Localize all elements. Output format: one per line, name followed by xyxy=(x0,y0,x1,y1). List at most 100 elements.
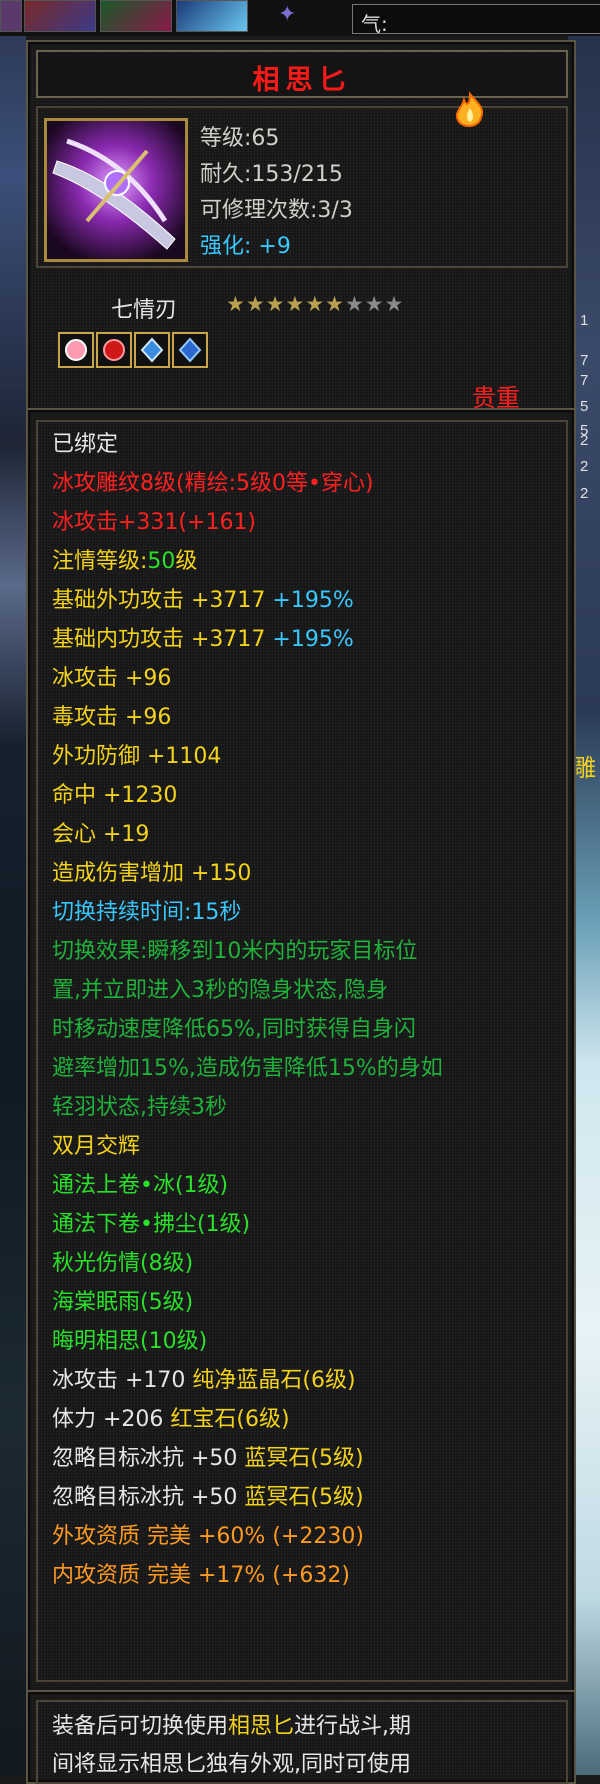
star-empty-icon: ★ xyxy=(364,292,385,316)
skill-slot-icon[interactable] xyxy=(176,0,248,32)
item-tooltip-description: 装备后可切换使用相思匕进行战斗,期 间将显示相思匕独有外观,同时可使用 xyxy=(26,1690,576,1784)
side-number: 7 xyxy=(580,352,589,369)
dagger-icon xyxy=(47,121,185,259)
side-number: 1 xyxy=(580,312,589,329)
stat-text: 冰攻击 +96 xyxy=(52,666,172,691)
decorative-logo-icon: ✦ xyxy=(278,2,297,27)
star-filled-icon: ★ xyxy=(305,292,326,316)
stat-text: 秋光伤情(8级) xyxy=(52,1251,194,1276)
stat-line: 内攻资质 完美 +17% (+632) xyxy=(52,1561,350,1591)
stat-text: 毒攻击 +96 xyxy=(52,705,172,730)
stat-text: 双月交辉 xyxy=(52,1134,141,1159)
side-number: 2 xyxy=(580,432,589,449)
qi-bar: 气: xyxy=(352,4,600,36)
side-number: 2 xyxy=(580,458,589,475)
stat-line: 通法上卷•冰(1级) xyxy=(52,1171,228,1201)
stat-text: 级 xyxy=(175,549,198,574)
game-background-left xyxy=(0,0,26,1775)
stat-text: 切换效果:瞬移到10米内的玩家目标位 xyxy=(52,939,418,964)
stat-text: 晦明相思(10级) xyxy=(52,1329,208,1354)
description-text: 装备后可切换使用 xyxy=(52,1714,229,1739)
stat-line: 忽略目标冰抗 +50 蓝冥石(5级) xyxy=(52,1444,364,1474)
stat-text: 切换持续时间: xyxy=(52,900,192,925)
stat-text: 冰攻击+331(+161) xyxy=(52,510,257,535)
durability-value: 153/215 xyxy=(251,162,343,187)
star-empty-icon: ★ xyxy=(344,292,365,316)
stat-text: 已绑定 xyxy=(52,432,119,457)
stat-line: 基础外功攻击 +3717 +195% xyxy=(52,586,354,616)
stat-text: 外功防御 +1104 xyxy=(52,744,222,769)
star-filled-icon: ★ xyxy=(245,292,266,316)
stat-text: 体力 +206 xyxy=(52,1407,171,1432)
stat-text: 基础外功攻击 +3717 xyxy=(52,588,273,613)
stat-line: 晦明相思(10级) xyxy=(52,1327,207,1357)
stat-text: 避率增加15%,造成伤害降低15%的身如 xyxy=(52,1056,443,1081)
stat-line: 轻羽状态,持续3秒 xyxy=(52,1093,227,1123)
stat-line: 通法下卷•拂尘(1级) xyxy=(52,1210,250,1240)
stat-text: 置,并立即进入3秒的隐身状态,隐身 xyxy=(52,978,388,1003)
stats-box: 已绑定冰攻雕纹8级(精绘:5级0等•穿心) 冰攻击+331(+161) 注情等级:5… xyxy=(36,420,568,1682)
stat-text: 红宝石(6级) xyxy=(170,1407,290,1432)
stat-line: 毒攻击 +96 xyxy=(52,703,171,733)
stat-line: 冰攻击 +170 纯净蓝晶石(6级) xyxy=(52,1366,356,1396)
stat-line: 冰攻击+331(+161) xyxy=(52,508,256,538)
star-filled-icon: ★ xyxy=(285,292,306,316)
durability-line: 耐久:153/215 xyxy=(200,156,343,188)
repair-value: 3/3 xyxy=(317,198,353,223)
star-filled-icon: ★ xyxy=(226,292,246,316)
item-tooltip-stats: 已绑定冰攻雕纹8级(精绘:5级0等•穿心) 冰攻击+331(+161) 注情等级:5… xyxy=(26,408,576,1694)
stat-text: 纯净蓝晶石(6级) xyxy=(192,1368,356,1393)
description-text: 间将显示相思匕独有外观,同时可使用 xyxy=(52,1752,411,1777)
stat-text: +195% xyxy=(272,627,354,652)
stat-text: 通法上卷•冰(1级) xyxy=(52,1173,229,1198)
stat-text: 注情等级: xyxy=(52,549,148,574)
stat-line: 秋光伤情(8级) xyxy=(52,1249,193,1279)
stat-line: 海棠眠雨(5级) xyxy=(52,1288,193,1318)
description-box: 装备后可切换使用相思匕进行战斗,期 间将显示相思匕独有外观,同时可使用 xyxy=(36,1700,568,1784)
stat-line: 切换持续时间:15秒 xyxy=(52,898,241,928)
stat-text: 蓝冥石(5级) xyxy=(244,1446,364,1471)
description-text: 进行战斗,期 xyxy=(294,1714,412,1739)
stat-line: 注情等级:50级 xyxy=(52,547,197,577)
stat-line: 基础内功攻击 +3717 +195% xyxy=(52,625,354,655)
stat-line: 避率增加15%,造成伤害降低15%的身如 xyxy=(52,1054,443,1084)
stat-text: 15秒 xyxy=(191,900,242,925)
stat-text: 轻羽状态,持续3秒 xyxy=(52,1095,227,1120)
gem-socket-icon xyxy=(96,332,132,368)
flame-icon xyxy=(450,90,490,134)
stat-text: 命中 +1230 xyxy=(52,783,178,808)
level-line: 等级:65 xyxy=(200,120,279,152)
side-number: 7 xyxy=(580,372,589,389)
stat-text: 忽略目标冰抗 +50 xyxy=(52,1485,245,1510)
repair-label: 可修理次数: xyxy=(200,198,318,223)
stat-line: 命中 +1230 xyxy=(52,781,177,811)
repair-line: 可修理次数:3/3 xyxy=(200,192,353,224)
stat-text: 50 xyxy=(147,549,176,574)
stat-text: +195% xyxy=(272,588,354,613)
qi-label: 气: xyxy=(361,12,388,36)
level-value: 65 xyxy=(251,126,280,151)
gem-socket-icon xyxy=(58,332,94,368)
stat-line: 外攻资质 完美 +60% (+2230) xyxy=(52,1522,364,1552)
skill-slot-icon[interactable] xyxy=(100,0,172,32)
star-rating: ★★★★★★★★★ xyxy=(226,292,404,316)
stat-line: 切换效果:瞬移到10米内的玩家目标位 xyxy=(52,937,417,967)
level-label: 等级: xyxy=(200,126,252,151)
stat-text: 忽略目标冰抗 +50 xyxy=(52,1446,245,1471)
stat-line: 冰攻击 +96 xyxy=(52,664,171,694)
side-number: 2 xyxy=(580,485,589,502)
stat-text: 冰攻雕纹8级(精绘:5级0等•穿心) xyxy=(52,471,374,496)
side-number: 5 xyxy=(580,398,589,415)
stat-line: 外功防御 +1104 xyxy=(52,742,221,772)
item-tooltip-header: 相思匕 等级:65 耐久:153/215 可修理次数:3/3 强化: +9 七情… xyxy=(26,40,576,412)
stat-text: 内攻资质 完美 +17% (+632) xyxy=(52,1563,350,1588)
stat-text: 基础内功攻击 +3717 xyxy=(52,627,273,652)
skill-slot-icon[interactable] xyxy=(24,0,96,32)
stat-line: 双月交辉 xyxy=(52,1132,140,1162)
stat-text: 冰攻击 +170 xyxy=(52,1368,193,1393)
skill-slot-icon[interactable] xyxy=(0,0,22,32)
enhance-line: 强化: +9 xyxy=(200,228,291,260)
description-line: 装备后可切换使用相思匕进行战斗,期 xyxy=(52,1712,411,1742)
stat-line: 忽略目标冰抗 +50 蓝冥石(5级) xyxy=(52,1483,364,1513)
stat-text: 通法下卷•拂尘(1级) xyxy=(52,1212,251,1237)
